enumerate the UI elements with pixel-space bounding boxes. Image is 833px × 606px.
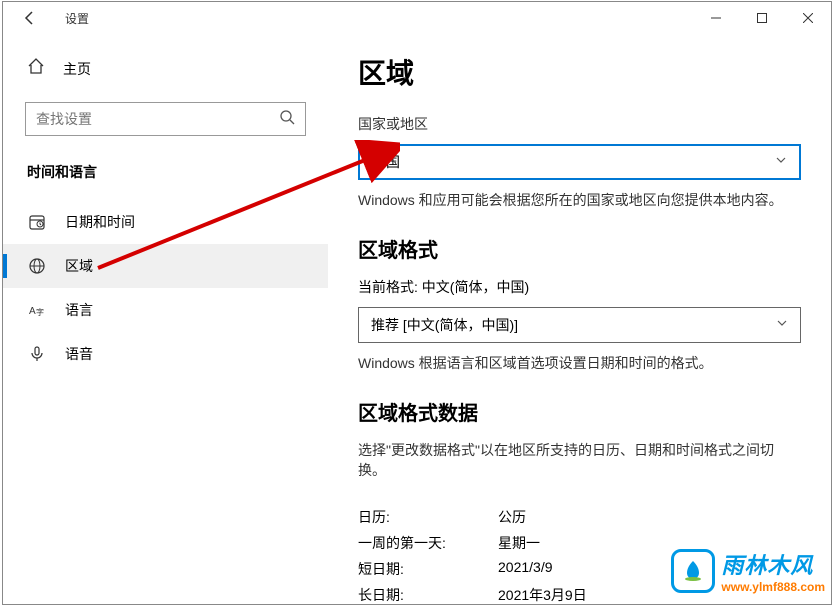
home-link[interactable]: 主页 [3,49,328,88]
nav-label: 日期和时间 [65,212,135,232]
search-input-container[interactable] [25,102,306,136]
category-title: 时间和语言 [3,154,328,200]
svg-text:A: A [29,306,36,317]
home-label: 主页 [63,59,91,79]
sidebar: 主页 时间和语言 日期和时间 区域 [3,34,328,604]
minimize-button[interactable] [693,2,739,34]
maximize-button[interactable] [739,2,785,34]
window-title: 设置 [65,10,89,27]
format-description: Windows 根据语言和区域首选项设置日期和时间的格式。 [358,353,801,373]
data-description: 选择"更改数据格式"以在地区所支持的日历、日期和时间格式之间切换。 [358,440,801,480]
format-value: 推荐 [中文(简体，中国)] [371,315,776,335]
current-format: 当前格式: 中文(简体，中国) [358,277,801,297]
back-button[interactable] [15,3,45,33]
country-value: 中国 [372,152,775,172]
language-icon: A字 [27,300,47,320]
watermark-brand: 雨林木风 [721,548,825,580]
data-row: 日历:公历 [358,504,801,530]
nav-item-region[interactable]: 区域 [3,244,328,288]
watermark-url: www.ylmf888.com [721,580,825,594]
data-section-title: 区域格式数据 [358,397,801,426]
format-dropdown[interactable]: 推荐 [中文(简体，中国)] [358,307,801,343]
chevron-down-icon [776,316,788,334]
country-dropdown[interactable]: 中国 [358,144,801,180]
country-label: 国家或地区 [358,114,801,134]
nav-item-language[interactable]: A字 语言 [3,288,328,332]
chevron-down-icon [775,153,787,171]
main-content: 区域 国家或地区 中国 Windows 和应用可能会根据您所在的国家或地区向您提… [328,34,831,604]
globe-icon [27,256,47,276]
svg-text:字: 字 [36,307,44,317]
nav-item-datetime[interactable]: 日期和时间 [3,200,328,244]
search-input[interactable] [36,111,279,127]
home-icon [27,57,45,80]
format-section-title: 区域格式 [358,234,801,263]
nav-label: 语音 [65,344,93,364]
nav-label: 语言 [65,300,93,320]
page-title: 区域 [358,52,801,92]
search-icon [279,109,295,130]
mic-icon [27,344,47,364]
clock-icon [27,212,47,232]
watermark: 雨林木风 www.ylmf888.com [671,548,825,594]
nav-item-speech[interactable]: 语音 [3,332,328,376]
watermark-icon [671,549,715,593]
close-button[interactable] [785,2,831,34]
country-description: Windows 和应用可能会根据您所在的国家或地区向您提供本地内容。 [358,190,801,210]
nav-label: 区域 [65,256,93,276]
